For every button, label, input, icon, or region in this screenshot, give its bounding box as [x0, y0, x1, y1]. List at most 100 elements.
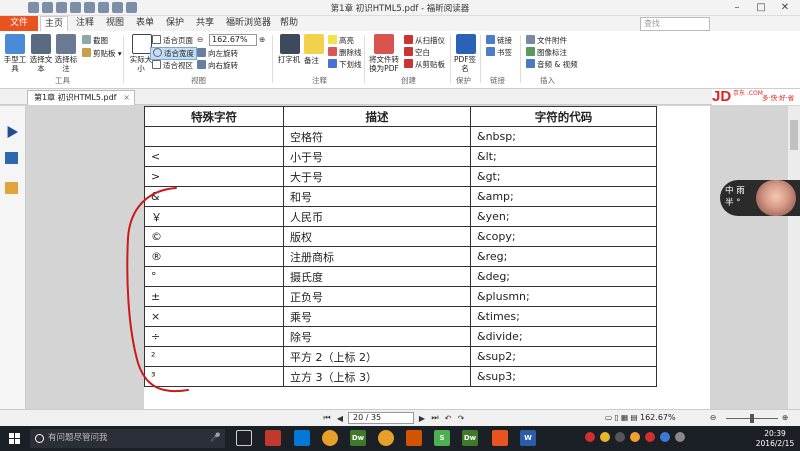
- tab-home[interactable]: 主页: [40, 16, 69, 31]
- zoom-in-button[interactable]: ⊕: [259, 35, 265, 44]
- page-layout-icons[interactable]: ▭ ▯ ▦ ▤: [605, 413, 638, 422]
- chrome-app-icon[interactable]: [322, 430, 338, 446]
- scrollbar-thumb[interactable]: [790, 120, 798, 150]
- pdf-sign-button[interactable]: PDF签名: [452, 55, 478, 73]
- underline-button[interactable]: 下划线: [328, 59, 362, 70]
- tray-app-icon[interactable]: [645, 432, 655, 442]
- bookmark-button[interactable]: 书签: [486, 47, 512, 58]
- convert-to-pdf-button[interactable]: 将文件转换为PDF: [366, 55, 402, 73]
- maximize-icon[interactable]: □: [750, 1, 772, 14]
- actual-size-icon[interactable]: [132, 34, 152, 54]
- firefox-app-icon[interactable]: [406, 430, 422, 446]
- next-view-icon[interactable]: ↷: [456, 414, 466, 423]
- typewriter-button[interactable]: 打字机: [277, 55, 301, 64]
- highlight-button[interactable]: 高亮: [328, 35, 354, 46]
- word-app-icon[interactable]: W: [520, 430, 536, 446]
- cortana-search[interactable]: 有问题尽管问我 🎤: [30, 429, 225, 448]
- table-row: ° 摄氏度 &deg;: [144, 266, 657, 287]
- cortana-icon: [35, 434, 44, 443]
- pages-icon[interactable]: [5, 152, 18, 164]
- file-tab[interactable]: 文件: [0, 16, 38, 31]
- jd-advertisement[interactable]: JD 京东 .COM 多·快·好·省: [712, 89, 800, 105]
- attachments-icon[interactable]: [5, 182, 18, 194]
- image-annotation-button[interactable]: 图像标注: [526, 47, 567, 58]
- webcam-overlay: 中 雨 半 °: [720, 180, 800, 216]
- minimize-icon[interactable]: –: [726, 1, 748, 14]
- microphone-icon[interactable]: 🎤: [210, 429, 221, 448]
- audio-video-button[interactable]: 音频 & 视频: [526, 59, 578, 70]
- first-page-icon[interactable]: ⏮: [322, 413, 332, 423]
- tab-help[interactable]: 帮助: [276, 16, 302, 31]
- clipboard-button[interactable]: 剪贴板 ▾: [82, 48, 122, 59]
- volume-icon[interactable]: [675, 432, 685, 442]
- tray-app-icon[interactable]: [615, 432, 625, 442]
- snapshot-button[interactable]: 截图: [82, 35, 108, 46]
- zoom-out-button[interactable]: ⊖: [197, 35, 203, 44]
- document-tab[interactable]: 第1章 初识HTML5.pdf ×: [27, 90, 135, 105]
- hand-tool-icon[interactable]: [5, 34, 25, 54]
- rotate-left-button[interactable]: 向左旋转: [197, 48, 238, 59]
- hand-tool-button[interactable]: 手型工具: [3, 55, 27, 73]
- zoom-out-small-icon[interactable]: ⊖: [710, 413, 716, 422]
- select-text-icon[interactable]: [31, 34, 51, 54]
- tab-comment[interactable]: 注释: [72, 16, 98, 31]
- from-scanner-button[interactable]: 从扫描仪: [404, 35, 445, 46]
- prev-page-icon[interactable]: ◀: [335, 414, 345, 423]
- search-input[interactable]: 查找: [640, 17, 710, 31]
- tray-app-icon[interactable]: [600, 432, 610, 442]
- link-button[interactable]: 链接: [486, 35, 512, 46]
- document-viewer[interactable]: 特殊字符 描述 字符的代码 空格符 &nbsp; < 小于号 &lt; > 大于号 &gt…: [26, 106, 800, 409]
- network-icon[interactable]: [660, 432, 670, 442]
- zoom-slider-knob[interactable]: [750, 414, 754, 423]
- tab-foxit-browser[interactable]: 福昕浏览器: [222, 16, 275, 31]
- convert-to-pdf-icon[interactable]: [374, 34, 394, 54]
- pdf-sign-icon[interactable]: [456, 34, 476, 54]
- previous-view-icon[interactable]: ↶: [443, 414, 453, 423]
- next-page-icon[interactable]: ▶: [417, 414, 427, 423]
- chrome-app-icon-2[interactable]: [378, 430, 394, 446]
- table-row: < 小于号 &lt;: [144, 146, 657, 167]
- dreamweaver-app-icon[interactable]: Dw: [350, 430, 366, 446]
- windows-start-icon[interactable]: [9, 433, 20, 444]
- sublime-app-icon[interactable]: S: [434, 430, 450, 446]
- from-clipboard-button[interactable]: 从剪贴板: [404, 59, 445, 70]
- close-icon[interactable]: ✕: [774, 1, 796, 14]
- underline-icon: [328, 59, 337, 68]
- select-annotation-button[interactable]: 选择标注: [54, 55, 78, 73]
- zoom-select[interactable]: 162.67%: [209, 34, 257, 46]
- select-text-button[interactable]: 选择文本: [29, 55, 53, 73]
- task-view-icon[interactable]: [236, 430, 252, 446]
- fit-visible-button[interactable]: 适合视区: [152, 60, 193, 71]
- zoom-in-small-icon[interactable]: ⊕: [782, 413, 788, 422]
- tab-protect[interactable]: 保护: [162, 16, 188, 31]
- typewriter-icon[interactable]: [280, 34, 300, 54]
- store-app-icon[interactable]: [294, 430, 310, 446]
- tray-app-icon[interactable]: [630, 432, 640, 442]
- blank-button[interactable]: 空白: [404, 47, 430, 58]
- fit-width-button[interactable]: 适合宽度: [150, 47, 197, 60]
- cell-code: &divide;: [470, 326, 657, 347]
- dreamweaver-app-icon-2[interactable]: Dw: [462, 430, 478, 446]
- close-tab-icon[interactable]: ×: [123, 91, 130, 105]
- dota-app-icon[interactable]: [265, 430, 281, 446]
- zoom-slider[interactable]: [726, 414, 778, 423]
- strikeout-button[interactable]: 删除线: [328, 47, 362, 58]
- note-icon[interactable]: [304, 34, 324, 54]
- tab-share[interactable]: 共享: [192, 16, 218, 31]
- note-button[interactable]: 备注: [304, 55, 319, 66]
- vertical-scrollbar[interactable]: [788, 106, 800, 409]
- page-number-input[interactable]: 20 / 35: [348, 412, 414, 424]
- table-row: ± 正负号 &plusmn;: [144, 286, 657, 307]
- last-page-icon[interactable]: ⏭: [430, 413, 440, 423]
- file-attachment-button[interactable]: 文件附件: [526, 35, 567, 46]
- taskbar-clock[interactable]: 20:39 2016/2/15: [752, 429, 798, 449]
- tab-form[interactable]: 表单: [132, 16, 158, 31]
- fit-page-button[interactable]: 适合页面: [152, 35, 193, 46]
- link-group-label: 链接: [490, 76, 505, 85]
- tray-app-icon[interactable]: [585, 432, 595, 442]
- tab-view[interactable]: 视图: [102, 16, 128, 31]
- rotate-right-button[interactable]: 向右旋转: [197, 60, 238, 71]
- foxit-reader-app-icon[interactable]: [492, 430, 508, 446]
- select-annotation-icon[interactable]: [56, 34, 76, 54]
- expand-panel-icon[interactable]: [7, 126, 18, 138]
